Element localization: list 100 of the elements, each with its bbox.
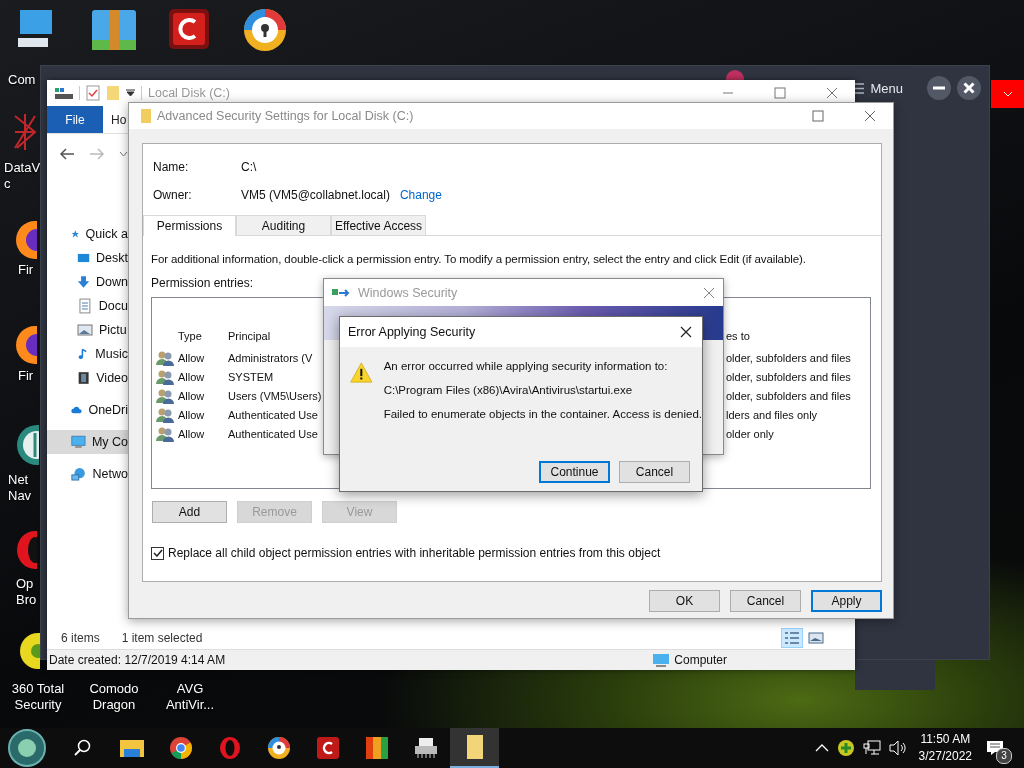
network-icon [71,466,87,482]
drive-icon[interactable] [55,86,73,100]
view-button[interactable] [781,628,803,648]
minimize-icon[interactable] [927,76,951,100]
start-button[interactable] [7,728,47,768]
dialog-button[interactable]: OK [649,590,720,612]
list-label: Permission entries: [151,276,255,290]
field-value: C:\ [241,160,257,174]
dialog-button[interactable]: Cancel [730,590,801,612]
dialog-button[interactable]: Cancel [619,461,690,483]
ribbon-tab[interactable]: File [47,106,103,133]
desktop-icon-label: Bro [16,592,37,608]
volume-icon[interactable] [888,740,907,756]
security-tray-icon[interactable] [836,739,855,757]
network-art-icon[interactable] [13,112,37,152]
clock-time: 11:50 AM [920,731,971,748]
shield-app-icon [316,737,339,759]
desktop-icon-label: 360 Total [10,681,66,697]
nav-item[interactable]: Docu [47,294,128,318]
users-icon [156,368,174,385]
search-icon[interactable] [73,739,91,757]
tab[interactable]: Permissions [143,215,236,236]
taskbar-app[interactable] [450,728,499,768]
table-cell: Authenticated Use [228,427,318,440]
maximize-icon[interactable] [812,110,824,122]
nav-item[interactable]: Music [47,342,128,366]
shield-app-icon[interactable] [168,8,210,50]
desktop-icon-label: c [4,176,11,192]
monitor-icon [652,653,671,667]
dropdown-icon[interactable] [126,89,135,97]
nav-item[interactable]: OneDri [47,398,128,422]
clock[interactable]: 11:50 AM 3/27/2022 [918,731,972,765]
field-label: Name: [153,160,190,174]
cloud-icon [71,404,83,416]
table-cell: Authenticated Use [228,408,318,421]
date-created: Date created: 12/7/2019 4:14 AM [49,653,226,667]
lock-browser-icon [266,736,291,760]
window-title: Windows Security [358,285,458,300]
tab[interactable]: Effective Access [331,215,426,235]
column-header[interactable]: Type [178,330,202,342]
checkbox-label: Replace all child object permission entries with inheritable permission entries from this object [168,546,661,560]
clock-date: 3/27/2022 [918,748,972,765]
location-label: Computer [674,653,727,667]
users-icon [156,349,174,366]
dialog-button[interactable]: Apply [811,590,882,612]
desktop-icon-label: Nav [8,488,32,504]
selection-count: 1 item selected [121,631,203,645]
table-cell: Users (VM5\Users) [228,389,322,402]
table-cell: Allow [178,408,205,421]
back-icon[interactable] [59,147,75,161]
column-header[interactable]: Principal [228,330,271,342]
error-message: C:\Program Files (x86)\Avira\Antivirus\startui.exe [383,384,634,396]
chevron-up-icon[interactable] [814,744,829,752]
table-cell: older, subfolders and files [726,370,851,383]
table-cell: lders and files only [726,408,818,421]
field-label: Owner: [153,188,193,202]
nav-item[interactable]: Quick a [47,222,128,246]
folder-icon [141,109,151,123]
nav-item[interactable]: Deskt [47,246,128,270]
checkbox[interactable] [151,546,164,560]
change-link[interactable]: Change [399,188,442,202]
chrome-icon [168,736,193,760]
tab[interactable]: Auditing [236,215,331,235]
archive-icon[interactable] [90,8,138,52]
info-text: For additional information, double-click a permission entry. To modify a permission entry, select the entry and click Edit (if available). [151,253,807,265]
nav-item[interactable]: Pictu [47,318,128,342]
desktop-icon-label: Fir [18,368,34,384]
table-cell: Allow [178,427,205,440]
chevron-icon[interactable] [119,151,128,157]
field-value: VM5 (VM5@collabnet.local) [241,188,390,202]
desktop-icon-label: Comodo [88,681,140,697]
lock-browser-icon[interactable] [243,8,287,52]
table-cell: Administrators (V [228,351,313,364]
desktop-icon-label: Com [8,72,36,88]
desktop-icon-label: DataV [4,160,41,176]
column-header[interactable]: es to [726,330,750,342]
maximize-icon[interactable] [774,87,786,99]
nav-item[interactable]: Video [47,366,128,390]
users-icon [156,406,174,423]
properties-icon[interactable] [86,85,100,101]
network-icon[interactable] [862,740,881,756]
users-icon [156,425,174,442]
monitor-icon [71,434,86,450]
close-icon[interactable] [957,76,981,100]
table-cell: Allow [178,351,205,364]
nav-item[interactable]: Down [47,270,128,294]
window-title: Local Disk (C:) [148,86,230,100]
desktop-icon-label: Net [8,472,29,488]
nav-item[interactable]: My Co [47,430,128,454]
notification-count: 3 [996,748,1012,764]
folder-icon [119,738,144,758]
dialog-button[interactable]: Continue [539,461,610,483]
opera-icon [218,736,241,760]
close-icon[interactable] [680,326,692,338]
error-message: An error occurred while applying security information to: [383,360,669,372]
desktop-icon-label: AntiVir... [164,697,216,713]
nav-item[interactable]: Netwo [47,462,128,486]
table-cell: older, subfolders and files [726,389,851,402]
list-button[interactable]: Add [152,501,227,523]
details-view-icon [784,631,800,645]
